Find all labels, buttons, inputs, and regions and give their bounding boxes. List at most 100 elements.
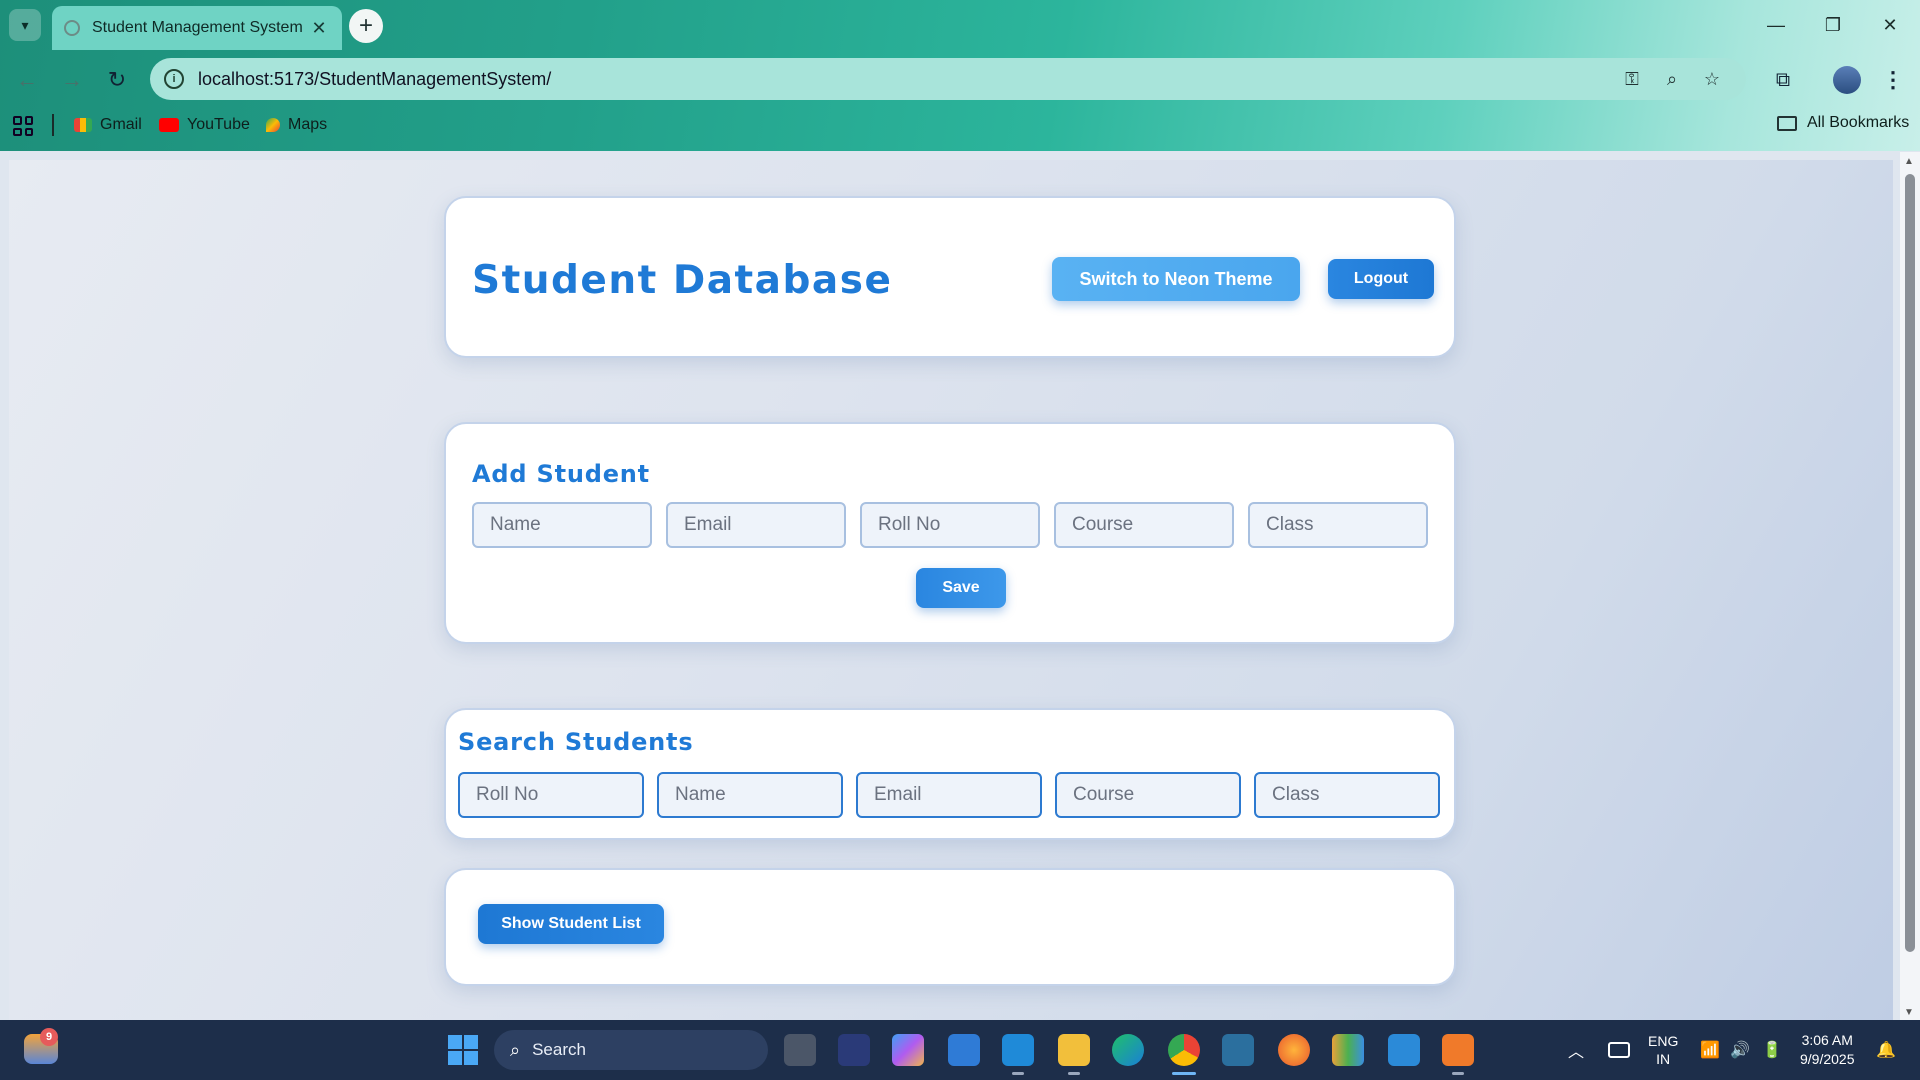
explorer-running-indicator bbox=[1068, 1072, 1080, 1075]
show-student-list-button[interactable]: Show Student List bbox=[478, 904, 664, 944]
bookmark-maps[interactable]: Maps bbox=[266, 114, 327, 136]
scroll-down-icon[interactable]: ▼ bbox=[1904, 1007, 1914, 1018]
forward-button[interactable]: → bbox=[54, 62, 90, 98]
copilot-icon[interactable] bbox=[892, 1034, 924, 1066]
volume-icon[interactable]: 🔊 bbox=[1730, 1020, 1750, 1080]
all-bookmarks-button[interactable]: All Bookmarks bbox=[1777, 114, 1909, 132]
roll-no-input[interactable]: Roll No bbox=[860, 502, 1040, 548]
edge-icon[interactable] bbox=[1112, 1034, 1144, 1066]
keyboard-icon[interactable] bbox=[1608, 1042, 1630, 1058]
student-list-card: Show Student List bbox=[444, 868, 1456, 986]
bookmarks-bar: Gmail YouTube Maps All Bookmarks bbox=[0, 108, 1920, 142]
intellij-icon[interactable] bbox=[838, 1034, 870, 1066]
tab-favicon-icon bbox=[64, 20, 80, 36]
restore-button[interactable]: ❐ bbox=[1805, 0, 1861, 50]
browser-chrome: ▾ Student Management System ✕ + — ❐ ✕ ← … bbox=[0, 0, 1920, 151]
navigation-bar: ← → ↻ i localhost:5173/StudentManagement… bbox=[0, 54, 1920, 104]
vscode-icon[interactable] bbox=[1002, 1034, 1034, 1066]
restore-icon: ❐ bbox=[1824, 14, 1842, 35]
task-view-icon[interactable] bbox=[784, 1034, 816, 1066]
search-course-input[interactable]: Course bbox=[1055, 772, 1241, 818]
language-indicator[interactable]: ENG IN bbox=[1648, 1020, 1678, 1080]
folder-icon bbox=[1777, 115, 1797, 131]
gmail-icon bbox=[74, 118, 92, 132]
store-icon[interactable] bbox=[948, 1034, 980, 1066]
bookmark-label: YouTube bbox=[187, 116, 250, 133]
url-text[interactable]: localhost:5173/StudentManagementSystem/ bbox=[198, 69, 1612, 90]
zoom-icon[interactable]: ⌕ bbox=[1652, 69, 1692, 90]
search-name-input[interactable]: Name bbox=[657, 772, 843, 818]
profile-avatar[interactable] bbox=[1833, 66, 1861, 94]
language-code: ENG bbox=[1648, 1033, 1679, 1049]
site-info-icon[interactable]: i bbox=[164, 69, 184, 89]
clock[interactable]: 3:06 AM 9/9/2025 bbox=[1800, 1020, 1855, 1080]
taskbar: 9 ⌕ Search ︿ ENG IN 📶 🔊 🔋 3:06 AM 9/9/20… bbox=[0, 1020, 1920, 1080]
notification-bell-icon[interactable]: 🔔 bbox=[1876, 1020, 1896, 1080]
arrow-left-icon: ← bbox=[16, 67, 38, 92]
search-students-card: Search Students Roll No Name Email Cours… bbox=[444, 708, 1456, 840]
bookmark-label: Gmail bbox=[100, 116, 142, 133]
time-text: 3:06 AM bbox=[1801, 1032, 1853, 1048]
header-card: Student Database Switch to Neon Theme Lo… bbox=[444, 196, 1456, 358]
notification-badge: 9 bbox=[40, 1028, 58, 1046]
file-explorer-icon[interactable] bbox=[1058, 1034, 1090, 1066]
search-email-input[interactable]: Email bbox=[856, 772, 1042, 818]
minimize-button[interactable]: — bbox=[1748, 0, 1804, 50]
page-viewport: Student Database Switch to Neon Theme Lo… bbox=[9, 160, 1893, 1020]
search-roll-no-input[interactable]: Roll No bbox=[458, 772, 644, 818]
chevron-up-icon[interactable]: ︿ bbox=[1568, 1020, 1584, 1080]
bookmark-gmail[interactable]: Gmail bbox=[74, 114, 142, 136]
date-text: 9/9/2025 bbox=[1800, 1051, 1855, 1067]
name-input[interactable]: Name bbox=[472, 502, 652, 548]
taskbar-search-label: Search bbox=[532, 1040, 586, 1059]
password-key-icon[interactable]: ⚿ bbox=[1612, 69, 1652, 90]
new-tab-button[interactable]: + bbox=[349, 9, 383, 43]
battery-icon[interactable]: 🔋 bbox=[1762, 1020, 1782, 1080]
bookmark-youtube[interactable]: YouTube bbox=[159, 114, 250, 136]
search-class-input[interactable]: Class bbox=[1254, 772, 1440, 818]
star-icon[interactable]: ☆ bbox=[1692, 69, 1732, 90]
windows-start-icon[interactable] bbox=[448, 1035, 478, 1065]
scrollbar-thumb[interactable] bbox=[1905, 174, 1915, 952]
app-icon[interactable] bbox=[1332, 1034, 1364, 1066]
search-icon: ⌕ bbox=[510, 1039, 521, 1060]
address-bar[interactable]: i localhost:5173/StudentManagementSystem… bbox=[150, 58, 1746, 100]
firefox-icon[interactable] bbox=[1278, 1034, 1310, 1066]
kebab-menu-icon[interactable]: ⋮ bbox=[1878, 62, 1908, 98]
arrow-right-icon: → bbox=[61, 67, 83, 92]
taskbar-search[interactable]: ⌕ Search bbox=[494, 1030, 768, 1070]
course-input[interactable]: Course bbox=[1054, 502, 1234, 548]
browser-tab[interactable]: Student Management System ✕ bbox=[52, 6, 342, 50]
switch-theme-button[interactable]: Switch to Neon Theme bbox=[1052, 257, 1300, 301]
reload-icon: ↻ bbox=[107, 67, 127, 92]
logout-button[interactable]: Logout bbox=[1328, 259, 1434, 299]
back-button[interactable]: ← bbox=[9, 62, 45, 98]
chrome-icon[interactable] bbox=[1168, 1034, 1200, 1066]
xampp-icon[interactable] bbox=[1442, 1034, 1474, 1066]
extensions-icon[interactable]: ⧉ bbox=[1765, 62, 1801, 98]
class-input[interactable]: Class bbox=[1248, 502, 1428, 548]
app-icon[interactable] bbox=[1388, 1034, 1420, 1066]
region-code: IN bbox=[1656, 1051, 1671, 1067]
close-window-button[interactable]: ✕ bbox=[1862, 0, 1918, 50]
vertical-scrollbar[interactable]: ▲ ▼ bbox=[1900, 152, 1920, 1020]
all-bookmarks-label: All Bookmarks bbox=[1807, 114, 1910, 131]
scroll-up-icon[interactable]: ▲ bbox=[1904, 156, 1914, 167]
youtube-icon bbox=[159, 118, 179, 132]
close-icon[interactable]: ✕ bbox=[308, 18, 330, 39]
minimize-icon: — bbox=[1767, 14, 1785, 35]
tab-title: Student Management System bbox=[92, 19, 303, 36]
search-students-heading: Search Students bbox=[458, 728, 694, 756]
page-title: Student Database bbox=[472, 258, 893, 303]
save-button[interactable]: Save bbox=[916, 568, 1006, 608]
tab-bar: ▾ Student Management System ✕ + — ❐ ✕ bbox=[0, 0, 1920, 50]
tab-search-button[interactable]: ▾ bbox=[9, 9, 41, 41]
email-input[interactable]: Email bbox=[666, 502, 846, 548]
app-icon[interactable] bbox=[1222, 1034, 1254, 1066]
wifi-icon[interactable]: 📶 bbox=[1700, 1020, 1720, 1080]
bookmarks-divider bbox=[52, 114, 54, 136]
reload-button[interactable]: ↻ bbox=[99, 62, 135, 98]
add-student-card: Add Student Name Email Roll No Course Cl… bbox=[444, 422, 1456, 644]
close-icon: ✕ bbox=[1882, 14, 1898, 35]
apps-grid-icon[interactable] bbox=[13, 116, 33, 136]
